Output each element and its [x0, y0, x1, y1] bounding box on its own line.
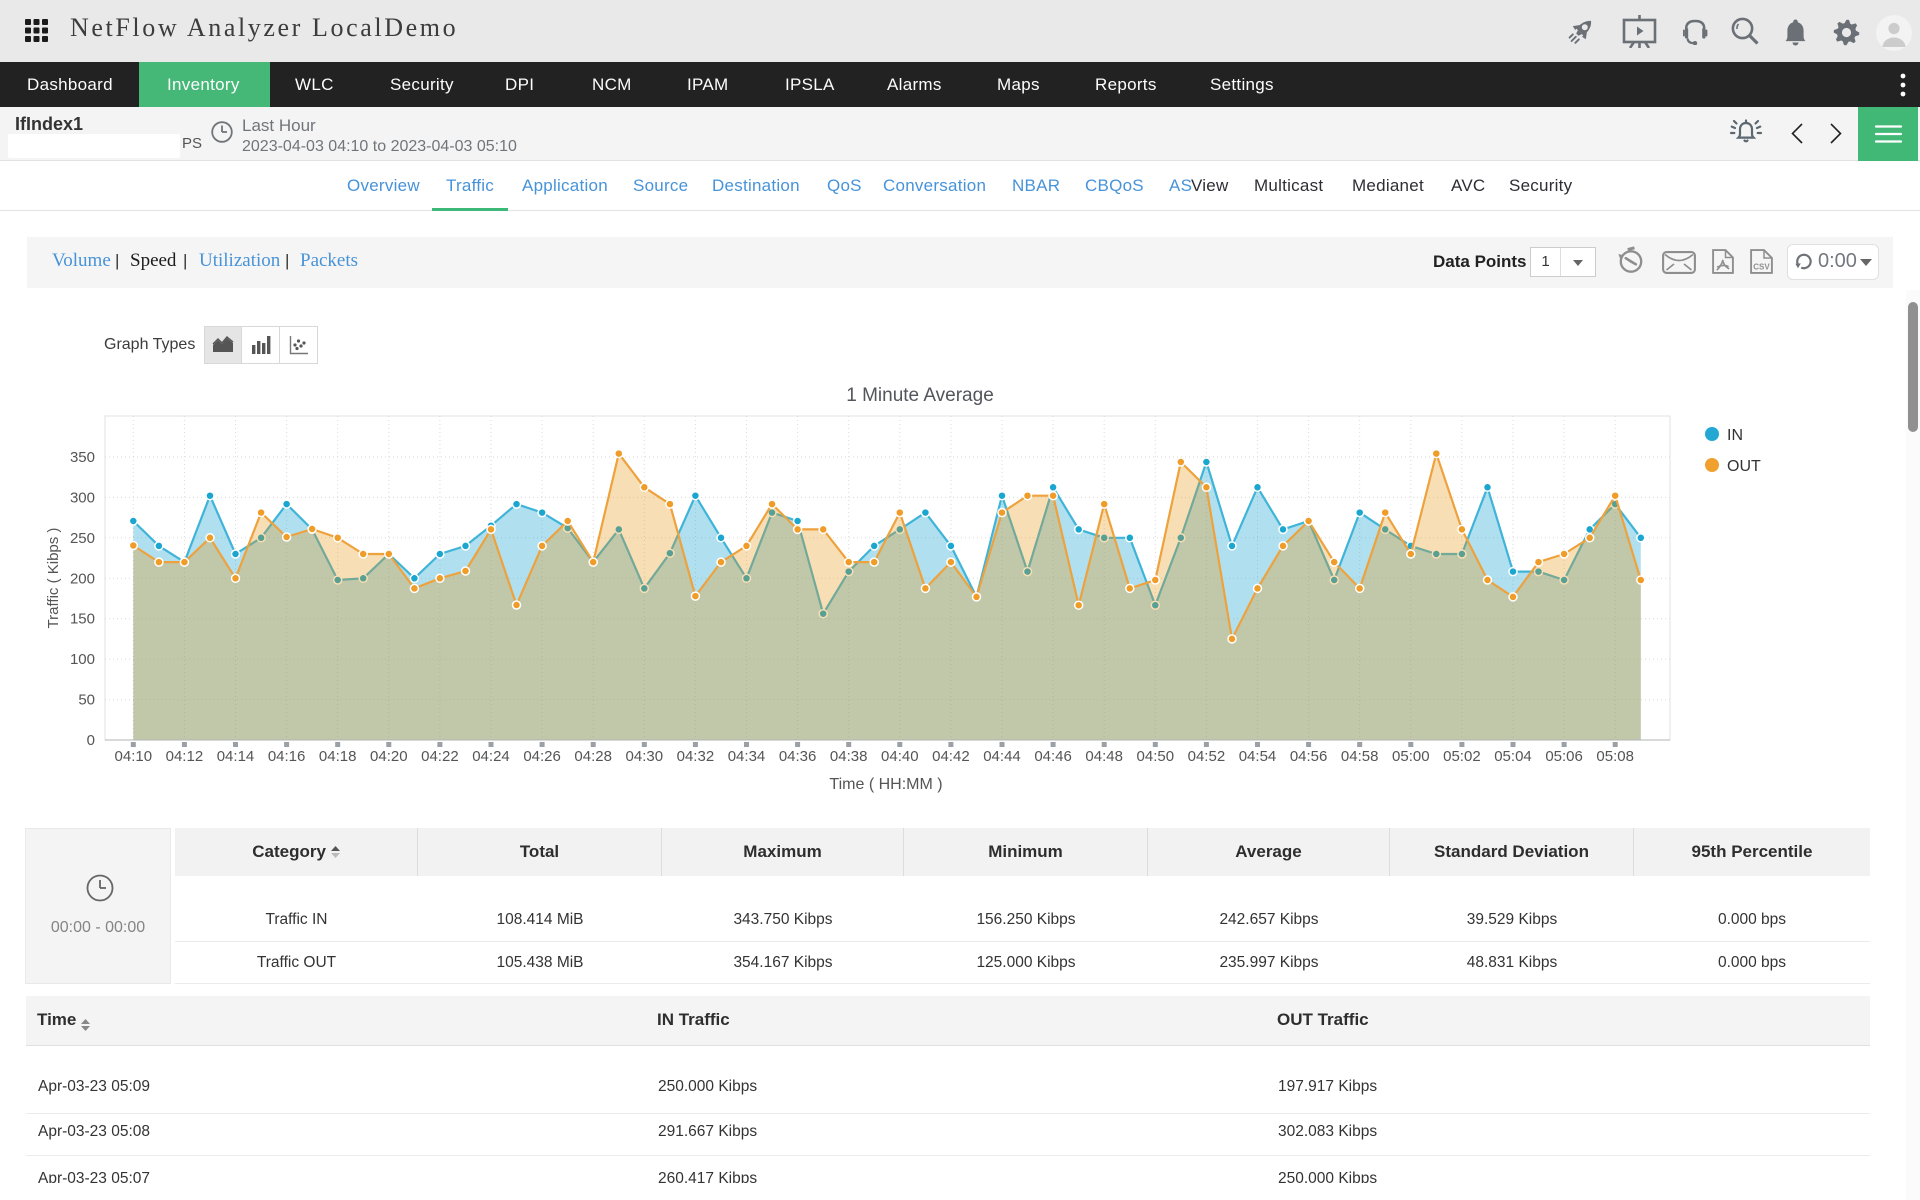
- svg-text:300: 300: [70, 489, 95, 506]
- svg-text:IN: IN: [1727, 427, 1743, 444]
- svg-text:05:06: 05:06: [1545, 748, 1583, 765]
- svg-text:04:56: 04:56: [1290, 748, 1328, 765]
- svg-text:05:02: 05:02: [1443, 748, 1481, 765]
- svg-text:250: 250: [70, 530, 95, 547]
- svg-text:04:32: 04:32: [677, 748, 715, 765]
- svg-text:04:48: 04:48: [1085, 748, 1123, 765]
- svg-text:Time ( HH:MM ): Time ( HH:MM ): [829, 776, 942, 793]
- svg-text:04:26: 04:26: [523, 748, 561, 765]
- svg-text:04:10: 04:10: [115, 748, 153, 765]
- svg-text:05:00: 05:00: [1392, 748, 1430, 765]
- svg-text:100: 100: [70, 651, 95, 668]
- svg-text:04:28: 04:28: [574, 748, 612, 765]
- svg-text:04:30: 04:30: [626, 748, 664, 765]
- svg-text:0: 0: [87, 732, 95, 749]
- svg-text:1 Minute Average: 1 Minute Average: [846, 385, 994, 406]
- svg-text:200: 200: [70, 570, 95, 587]
- svg-text:04:52: 04:52: [1188, 748, 1226, 765]
- svg-text:04:14: 04:14: [217, 748, 255, 765]
- svg-text:CSV: CSV: [1753, 263, 1770, 272]
- svg-text:04:18: 04:18: [319, 748, 357, 765]
- svg-text:04:42: 04:42: [932, 748, 970, 765]
- svg-text:04:44: 04:44: [983, 748, 1021, 765]
- svg-text:350: 350: [70, 449, 95, 466]
- svg-text:Traffic ( Kibps ): Traffic ( Kibps ): [45, 528, 62, 629]
- svg-text:04:34: 04:34: [728, 748, 766, 765]
- svg-text:04:46: 04:46: [1034, 748, 1072, 765]
- svg-text:04:12: 04:12: [166, 748, 204, 765]
- svg-text:04:38: 04:38: [830, 748, 868, 765]
- svg-text:OUT: OUT: [1727, 458, 1761, 475]
- svg-text:04:16: 04:16: [268, 748, 306, 765]
- svg-text:04:20: 04:20: [370, 748, 408, 765]
- svg-text:04:40: 04:40: [881, 748, 919, 765]
- svg-text:04:24: 04:24: [472, 748, 510, 765]
- svg-text:04:58: 04:58: [1341, 748, 1379, 765]
- svg-text:04:36: 04:36: [779, 748, 817, 765]
- svg-text:05:08: 05:08: [1596, 748, 1634, 765]
- svg-text:04:22: 04:22: [421, 748, 459, 765]
- svg-text:05:04: 05:04: [1494, 748, 1532, 765]
- svg-text:04:50: 04:50: [1137, 748, 1175, 765]
- svg-text:04:54: 04:54: [1239, 748, 1277, 765]
- svg-text:50: 50: [78, 692, 95, 709]
- svg-text:150: 150: [70, 611, 95, 628]
